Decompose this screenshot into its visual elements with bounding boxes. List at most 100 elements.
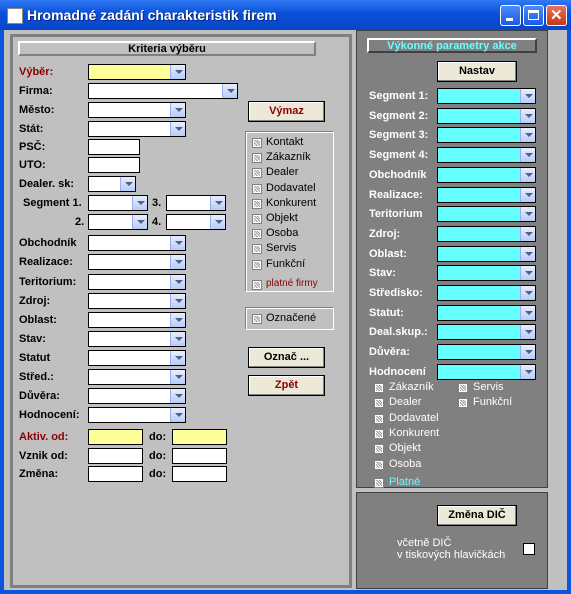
segment-1-select[interactable] — [88, 195, 148, 211]
chevron-down-icon[interactable] — [520, 207, 535, 222]
zmena-od-field[interactable] — [88, 466, 143, 482]
oblast-select[interactable] — [88, 312, 186, 328]
chevron-down-icon[interactable] — [170, 103, 185, 117]
chevron-down-icon[interactable] — [520, 89, 535, 103]
action-param-select[interactable] — [437, 324, 536, 341]
action-type-checkbox[interactable] — [374, 428, 384, 439]
vymaz-button[interactable]: Výmaz — [248, 101, 325, 122]
stred-select[interactable] — [88, 369, 186, 385]
chevron-down-icon[interactable] — [520, 148, 535, 163]
platne-firmy-checkbox[interactable] — [252, 279, 262, 290]
vznik-do-field[interactable] — [172, 448, 227, 464]
firma-select[interactable] — [88, 83, 238, 99]
chevron-down-icon[interactable] — [520, 305, 535, 320]
action-type-checkbox[interactable] — [458, 383, 468, 393]
action-param-select[interactable] — [437, 245, 536, 262]
nastav-button[interactable]: Nastav — [437, 61, 517, 82]
chevron-down-icon[interactable] — [520, 108, 535, 123]
action-param-select[interactable] — [437, 166, 536, 183]
firm-type-checkbox[interactable] — [252, 259, 262, 270]
chevron-down-icon[interactable] — [170, 65, 185, 79]
action-param-select[interactable] — [437, 285, 536, 301]
action-param-select[interactable] — [437, 344, 536, 361]
firm-type-checkbox[interactable] — [252, 229, 262, 240]
action-param-select[interactable] — [437, 107, 536, 124]
oznac-button[interactable]: Označ ... — [248, 347, 325, 368]
action-type-checkbox[interactable] — [374, 444, 384, 455]
zmena-do-field[interactable] — [172, 466, 227, 482]
chevron-down-icon[interactable] — [520, 325, 535, 340]
aktiv-do-field[interactable] — [172, 429, 227, 445]
action-param-select[interactable] — [437, 206, 536, 223]
action-param-select[interactable] — [437, 186, 536, 203]
stat-select[interactable] — [88, 121, 186, 137]
firm-type-checkbox[interactable] — [252, 214, 262, 224]
chevron-down-icon[interactable] — [520, 364, 535, 379]
firm-type-checkbox[interactable] — [252, 183, 262, 194]
chevron-down-icon[interactable] — [170, 236, 185, 250]
action-param-select[interactable] — [437, 147, 536, 164]
chevron-down-icon[interactable] — [170, 122, 185, 136]
action-type-checkbox[interactable] — [374, 413, 384, 424]
firm-type-checkbox[interactable] — [252, 244, 262, 255]
chevron-down-icon[interactable] — [120, 177, 135, 191]
segment-3-select[interactable] — [166, 195, 226, 211]
action-type-checkbox[interactable] — [374, 459, 384, 470]
chevron-down-icon[interactable] — [520, 167, 535, 182]
psc-field[interactable] — [88, 139, 140, 155]
chevron-down-icon[interactable] — [170, 351, 185, 365]
statut-select[interactable] — [88, 350, 186, 366]
vyber-select[interactable] — [88, 64, 186, 80]
mesto-select[interactable] — [88, 102, 186, 118]
chevron-down-icon[interactable] — [520, 246, 535, 261]
platne-checkbox[interactable] — [374, 477, 384, 488]
teritorium-select[interactable] — [88, 274, 186, 290]
chevron-down-icon[interactable] — [170, 294, 185, 308]
firm-type-checkbox[interactable] — [252, 168, 262, 179]
obchodnik-select[interactable] — [88, 235, 186, 251]
chevron-down-icon[interactable] — [210, 196, 225, 210]
minimize-button[interactable] — [500, 5, 521, 26]
hodnoceni-select[interactable] — [88, 407, 186, 423]
action-type-checkbox[interactable] — [374, 383, 384, 393]
realizace-select[interactable] — [88, 254, 186, 270]
chevron-down-icon[interactable] — [520, 128, 535, 143]
chevron-down-icon[interactable] — [210, 215, 225, 229]
duvera-select[interactable] — [88, 388, 186, 404]
chevron-down-icon[interactable] — [520, 286, 535, 300]
uto-field[interactable] — [88, 157, 140, 173]
action-param-select[interactable] — [437, 304, 536, 321]
chevron-down-icon[interactable] — [170, 255, 185, 269]
zdroj-select[interactable] — [88, 293, 186, 309]
chevron-down-icon[interactable] — [170, 389, 185, 403]
chevron-down-icon[interactable] — [170, 370, 185, 384]
dealer-sk-select[interactable] — [88, 176, 136, 192]
chevron-down-icon[interactable] — [132, 196, 147, 210]
segment-2-select[interactable] — [88, 214, 148, 230]
action-type-checkbox[interactable] — [374, 398, 384, 409]
action-param-select[interactable] — [437, 127, 536, 144]
zpet-button[interactable]: Zpět — [248, 375, 325, 396]
oznacene-checkbox[interactable] — [252, 314, 262, 324]
action-param-select[interactable] — [437, 225, 536, 242]
vznik-od-field[interactable] — [88, 448, 143, 464]
action-type-checkbox[interactable] — [458, 398, 468, 409]
action-param-select[interactable] — [437, 265, 536, 282]
chevron-down-icon[interactable] — [170, 313, 185, 327]
chevron-down-icon[interactable] — [170, 332, 185, 346]
segment-4-select[interactable] — [166, 214, 226, 230]
chevron-down-icon[interactable] — [520, 226, 535, 241]
aktiv-od-field[interactable] — [88, 429, 143, 445]
close-button[interactable]: ✕ — [546, 5, 567, 26]
firm-type-checkbox[interactable] — [252, 153, 262, 164]
action-param-select[interactable] — [437, 88, 536, 104]
stav-select[interactable] — [88, 331, 186, 347]
chevron-down-icon[interactable] — [222, 84, 237, 98]
chevron-down-icon[interactable] — [132, 215, 147, 229]
chevron-down-icon[interactable] — [170, 408, 185, 422]
firm-type-checkbox[interactable] — [252, 138, 262, 148]
zmena-dic-button[interactable]: Změna DIČ — [437, 505, 517, 526]
chevron-down-icon[interactable] — [170, 275, 185, 289]
maximize-button[interactable] — [523, 5, 544, 26]
chevron-down-icon[interactable] — [520, 345, 535, 360]
